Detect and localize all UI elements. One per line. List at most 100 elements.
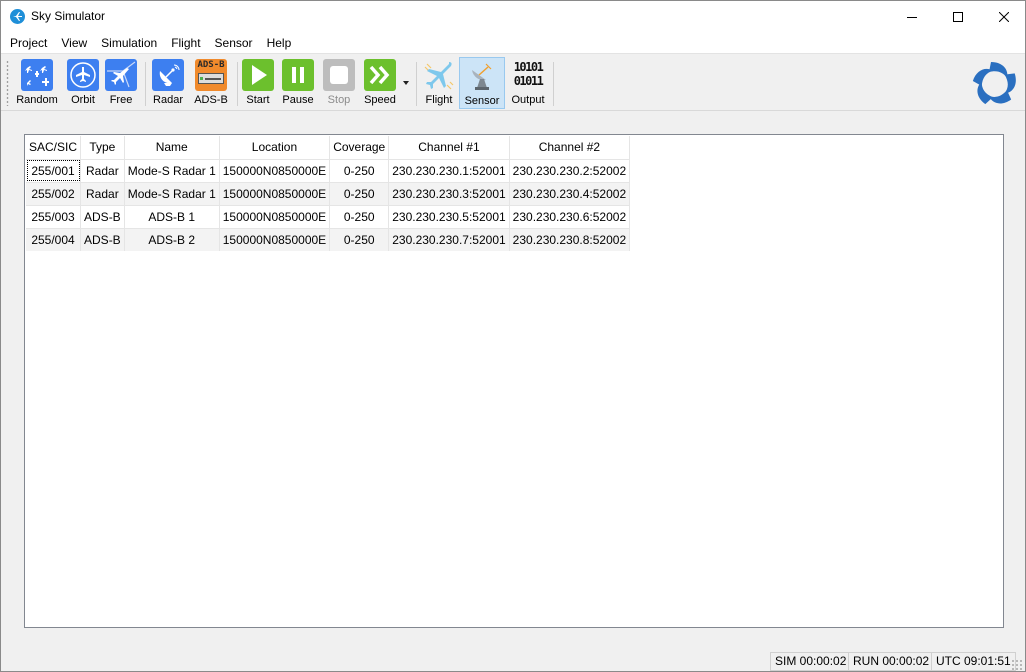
pause-button[interactable]: Pause	[280, 57, 316, 109]
menu-simulation[interactable]: Simulation	[94, 34, 164, 52]
free-flight-icon	[105, 59, 137, 91]
table-row[interactable]: 255/002 Radar Mode-S Radar 1 150000N0850…	[26, 181, 631, 205]
play-icon	[242, 59, 274, 91]
table-row[interactable]: 255/004 ADS-B ADS-B 2 150000N0850000E 0-…	[26, 227, 631, 251]
adsb-label: ADS-B	[194, 94, 228, 106]
adsb-button[interactable]: ADS-B ADS-B	[191, 57, 231, 109]
sensor-grid: SAC/SIC Type Name Location Coverage Chan…	[26, 136, 631, 251]
binary-row-1: 10101	[513, 60, 544, 74]
toolbar-separator	[237, 62, 238, 106]
orbit-button[interactable]: Orbit	[65, 57, 101, 109]
cell-channel-1[interactable]: 230.230.230.5:52001	[388, 204, 510, 228]
cell-type[interactable]: ADS-B	[80, 227, 125, 251]
cell-coverage[interactable]: 0-250	[329, 227, 390, 251]
maximize-icon	[953, 11, 963, 22]
column-header-coverage[interactable]: Coverage	[329, 136, 390, 159]
minimize-button[interactable]	[889, 1, 935, 32]
stop-label: Stop	[327, 94, 351, 106]
cell-coverage[interactable]: 0-250	[329, 181, 390, 205]
title-bar: Sky Simulator	[1, 1, 1025, 32]
toolbar-separator	[553, 62, 554, 106]
cell-channel-1[interactable]: 230.230.230.3:52001	[388, 181, 510, 205]
stop-icon	[323, 59, 355, 91]
radar-dish-icon	[152, 59, 184, 91]
airplane-icon	[423, 59, 455, 91]
random-button[interactable]: Random	[15, 57, 59, 109]
cell-sac-sic[interactable]: 255/003	[26, 204, 82, 228]
cell-channel-2[interactable]: 230.230.230.4:52002	[509, 181, 631, 205]
menu-bar: Project View Simulation Flight Sensor He…	[1, 32, 1025, 53]
cell-coverage[interactable]: 0-250	[329, 204, 390, 228]
menu-flight[interactable]: Flight	[164, 34, 207, 52]
cell-sac-sic[interactable]: 255/002	[26, 181, 82, 205]
cell-name[interactable]: ADS-B 2	[124, 227, 220, 251]
cell-location[interactable]: 150000N0850000E	[219, 227, 331, 251]
random-flights-icon	[21, 59, 53, 91]
output-label: Output	[511, 94, 545, 106]
cell-location[interactable]: 150000N0850000E	[219, 204, 331, 228]
cell-channel-2[interactable]: 230.230.230.8:52002	[509, 227, 631, 251]
sensor-table: SAC/SIC Type Name Location Coverage Chan…	[24, 134, 1004, 628]
cell-channel-1[interactable]: 230.230.230.7:52001	[388, 227, 510, 251]
flight-button[interactable]: Flight	[420, 57, 458, 109]
start-button[interactable]: Start	[241, 57, 275, 109]
menu-sensor[interactable]: Sensor	[208, 34, 260, 52]
orbit-flight-icon	[67, 59, 99, 91]
cell-type[interactable]: Radar	[80, 181, 125, 205]
menu-help[interactable]: Help	[260, 34, 299, 52]
run-time: RUN 00:00:02	[848, 652, 935, 671]
pause-label: Pause	[282, 94, 314, 106]
cell-type[interactable]: ADS-B	[80, 204, 125, 228]
random-label: Random	[16, 94, 58, 106]
speed-dropdown-arrow[interactable]	[403, 81, 409, 85]
cell-name[interactable]: Mode-S Radar 1	[124, 181, 220, 205]
cell-sac-sic[interactable]: 255/001	[26, 158, 82, 182]
cell-location[interactable]: 150000N0850000E	[219, 158, 331, 182]
cell-name[interactable]: ADS-B 1	[124, 204, 220, 228]
menu-view[interactable]: View	[54, 34, 94, 52]
column-header-sac-sic[interactable]: SAC/SIC	[26, 136, 82, 159]
cell-channel-1[interactable]: 230.230.230.1:52001	[388, 158, 510, 182]
column-header-channel-1[interactable]: Channel #1	[388, 136, 510, 159]
radar-button[interactable]: Radar	[150, 57, 186, 109]
minimize-icon	[907, 16, 917, 18]
cell-sac-sic[interactable]: 255/004	[26, 227, 82, 251]
utc-time: UTC 09:01:51	[931, 652, 1016, 671]
fast-forward-icon	[364, 59, 396, 91]
cell-channel-2[interactable]: 230.230.230.2:52002	[509, 158, 631, 182]
cell-name[interactable]: Mode-S Radar 1	[124, 158, 220, 182]
output-button[interactable]: 10101 01011 Output	[508, 57, 548, 109]
toolbar-grip[interactable]	[6, 60, 9, 106]
sensor-button[interactable]: Sensor	[459, 57, 505, 109]
satellite-dish-icon	[466, 60, 498, 92]
column-header-name[interactable]: Name	[124, 136, 220, 159]
toolbar-separator	[416, 62, 417, 106]
column-header-type[interactable]: Type	[80, 136, 125, 159]
table-row[interactable]: 255/003 ADS-B ADS-B 1 150000N0850000E 0-…	[26, 204, 631, 228]
stop-button[interactable]: Stop	[321, 57, 357, 109]
cell-channel-2[interactable]: 230.230.230.6:52002	[509, 204, 631, 228]
free-button[interactable]: Free	[103, 57, 139, 109]
toolbar-separator	[145, 62, 146, 106]
radar-label: Radar	[153, 94, 183, 106]
sim-time: SIM 00:00:02	[770, 652, 852, 671]
cell-type[interactable]: Radar	[80, 158, 125, 182]
table-row[interactable]: 255/001 Radar Mode-S Radar 1 150000N0850…	[26, 158, 631, 182]
pause-icon	[282, 59, 314, 91]
cell-location[interactable]: 150000N0850000E	[219, 181, 331, 205]
free-label: Free	[109, 94, 133, 106]
column-header-location[interactable]: Location	[219, 136, 331, 159]
binary-output-icon: 10101 01011	[512, 59, 544, 91]
maximize-button[interactable]	[935, 1, 981, 32]
close-button[interactable]	[981, 1, 1026, 32]
speed-button[interactable]: Speed	[361, 57, 399, 109]
start-label: Start	[246, 94, 270, 106]
adsb-receiver-icon: ADS-B	[195, 59, 227, 91]
adsb-icon-text: ADS-B	[197, 60, 225, 70]
resize-grip[interactable]	[1011, 659, 1023, 671]
column-header-channel-2[interactable]: Channel #2	[509, 136, 631, 159]
app-logo-icon	[10, 9, 25, 24]
flight-label: Flight	[425, 94, 453, 106]
menu-project[interactable]: Project	[3, 34, 54, 52]
cell-coverage[interactable]: 0-250	[329, 158, 390, 182]
